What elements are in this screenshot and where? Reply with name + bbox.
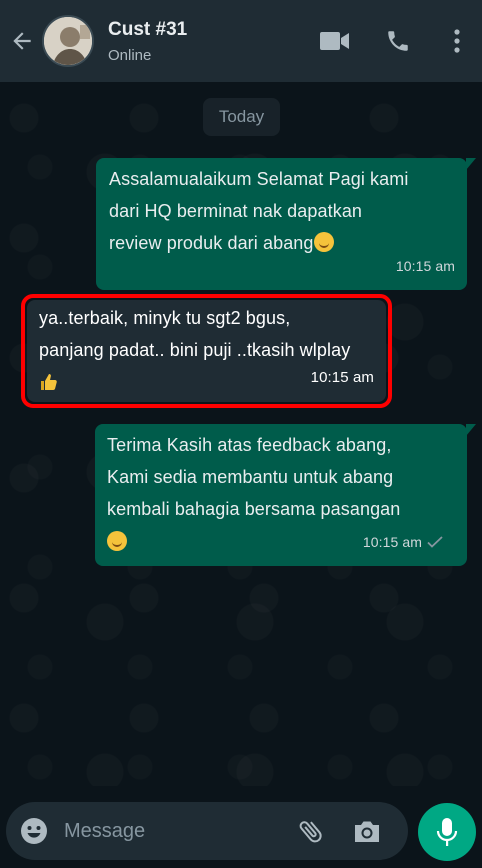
avatar[interactable] bbox=[42, 15, 94, 67]
contact-info[interactable]: Cust #31 Online bbox=[108, 19, 187, 64]
message-text: Assalamualaikum Selamat Pagi kami dari H… bbox=[109, 169, 409, 253]
message-meta: 10:15 am bbox=[363, 526, 443, 558]
message-meta: 10:15 am bbox=[396, 250, 455, 282]
message-outgoing[interactable]: Terima Kasih atas feedback abang, Kami s… bbox=[95, 424, 476, 566]
bubble-tail bbox=[466, 158, 476, 170]
back-arrow-icon[interactable] bbox=[2, 0, 42, 82]
message-time: 10:15 am bbox=[362, 534, 422, 550]
attachment-paperclip-icon[interactable] bbox=[296, 816, 326, 851]
message-outgoing[interactable]: Assalamualaikum Selamat Pagi kami dari H… bbox=[96, 158, 476, 290]
camera-icon[interactable] bbox=[352, 817, 382, 850]
contact-status: Online bbox=[108, 46, 152, 64]
highlight-box bbox=[21, 294, 392, 408]
chat-area[interactable]: Today Assalamualaikum Selamat Pagi kami … bbox=[0, 82, 482, 786]
contact-name: Cust #31 bbox=[108, 18, 188, 40]
emoji-icon[interactable] bbox=[20, 817, 48, 845]
voice-call-icon[interactable] bbox=[384, 21, 412, 61]
more-options-icon[interactable] bbox=[452, 21, 462, 61]
single-check-icon bbox=[427, 536, 443, 548]
video-call-icon[interactable] bbox=[320, 21, 350, 61]
chat-header: Cust #31 Online bbox=[0, 0, 482, 82]
smiling-face-emoji-icon bbox=[107, 531, 127, 551]
microphone-icon[interactable] bbox=[418, 803, 476, 861]
message-text: Terima Kasih atas feedback abang, Kami s… bbox=[107, 435, 401, 519]
message-input[interactable] bbox=[64, 819, 284, 843]
message-input-bar[interactable] bbox=[6, 802, 408, 860]
header-actions bbox=[320, 0, 482, 82]
message-time: 10:15 am bbox=[395, 258, 455, 274]
composer bbox=[0, 786, 482, 868]
date-divider: Today bbox=[203, 98, 280, 136]
smiling-face-emoji-icon bbox=[313, 232, 334, 252]
bubble-tail bbox=[466, 424, 476, 436]
